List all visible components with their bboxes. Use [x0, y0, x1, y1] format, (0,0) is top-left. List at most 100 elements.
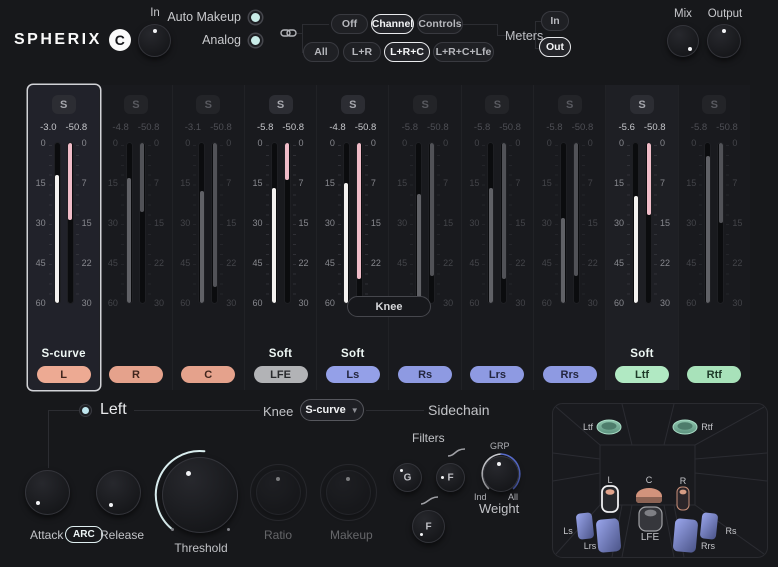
solo-button[interactable]: S	[413, 95, 437, 114]
channel-strip[interactable]: S -3.0 -50.8 015304560 07152230 S-curve …	[28, 85, 100, 390]
weight-label: Weight	[479, 501, 519, 516]
channel-name-pill[interactable]: Rs	[398, 366, 452, 383]
input-meter-scale: 015304560	[32, 143, 46, 303]
ratio-knob[interactable]	[256, 470, 301, 515]
detect-controls-button[interactable]: Controls	[417, 14, 463, 34]
solo-button[interactable]: S	[269, 95, 293, 114]
mix-knob[interactable]	[667, 25, 699, 57]
gr-meter-scale: 07152230	[660, 143, 674, 303]
gr-meter-scale: 07152230	[515, 143, 529, 303]
ratio-label: Ratio	[264, 528, 292, 542]
channel-strip[interactable]: S -3.1 -50.8 015304560 07152230 C	[173, 85, 245, 390]
gain-reduction-bar	[719, 143, 723, 223]
solo-button[interactable]: S	[341, 95, 365, 114]
input-meter-ticks	[266, 145, 269, 301]
speaker-rrs[interactable]	[673, 518, 699, 553]
filters-label: Filters	[412, 431, 445, 445]
threshold-knob[interactable]	[162, 457, 238, 533]
speaker-ls[interactable]	[576, 512, 595, 540]
analog-toggle[interactable]	[249, 34, 262, 47]
release-label: Release	[100, 528, 144, 542]
speaker-r[interactable]	[677, 487, 689, 510]
link-lrc-button[interactable]: L+R+C	[384, 42, 430, 62]
meter-readouts: -5.8 -50.8	[534, 122, 605, 133]
speaker-l-selected[interactable]	[602, 486, 618, 512]
makeup-label: Makeup	[330, 528, 373, 542]
input-meter	[127, 143, 132, 303]
arc-button[interactable]: ARC	[65, 526, 103, 543]
gr-meter-ticks	[220, 145, 223, 301]
solo-button[interactable]: S	[52, 95, 76, 114]
sidechain-gain-knob[interactable]: G	[393, 463, 422, 492]
solo-button[interactable]: S	[196, 95, 220, 114]
gr-meter-ticks	[726, 145, 729, 301]
output-knob[interactable]	[707, 24, 741, 58]
link-all-button[interactable]: All	[303, 42, 339, 62]
speaker-lrs[interactable]	[596, 518, 622, 553]
gr-meter-ticks	[437, 145, 440, 301]
auto-makeup-label: Auto Makeup	[167, 10, 241, 24]
input-meter	[55, 143, 60, 303]
channel-name-pill[interactable]: Rtf	[687, 366, 741, 383]
channel-strip[interactable]: S -5.8 -50.8 015304560 07152230 Rtf	[679, 85, 750, 390]
channel-name-pill[interactable]: Ltf	[615, 366, 669, 383]
channel-name-pill[interactable]: Ls	[326, 366, 380, 383]
knee-dropdown[interactable]: S-curve ▼	[300, 399, 364, 421]
gain-reduction-bar	[285, 143, 289, 180]
label-lrs: Lrs	[584, 541, 597, 551]
speaker-rtf[interactable]	[673, 420, 697, 434]
channel-name-pill[interactable]: L	[37, 366, 91, 383]
channel-name: Left	[100, 401, 127, 419]
meters-in-button[interactable]: In	[541, 11, 569, 31]
gain-reduction-readout: -50.8	[716, 122, 738, 133]
sidechain-freq2-knob[interactable]: F	[412, 510, 445, 543]
solo-button[interactable]: S	[558, 95, 582, 114]
gain-reduction-meter	[574, 143, 579, 303]
channel-name-pill[interactable]: Rrs	[543, 366, 597, 383]
label-c: C	[646, 475, 653, 485]
channel-strip[interactable]: S -4.8 -50.8 015304560 07152230 R	[100, 85, 172, 390]
input-meter-scale: 015304560	[249, 143, 263, 303]
link-lr-button[interactable]: L+R	[343, 42, 381, 62]
solo-button[interactable]: S	[630, 95, 654, 114]
link-icon[interactable]	[280, 27, 297, 39]
makeup-knob[interactable]	[326, 470, 371, 515]
input-meter	[272, 143, 277, 303]
strip-knee-label: Soft	[317, 348, 388, 360]
input-level-readout: -5.8	[474, 122, 490, 133]
gain-reduction-bar	[430, 143, 434, 276]
sidechain-freq-knob[interactable]: F	[436, 463, 465, 492]
channel-strips: S -3.0 -50.8 015304560 07152230 S-curve …	[28, 85, 750, 390]
input-meter-bar	[55, 175, 59, 303]
detect-channel-button[interactable]: Channel	[371, 14, 414, 34]
release-knob[interactable]	[96, 470, 141, 515]
channel-name-pill[interactable]: R	[109, 366, 163, 383]
gr-meter-ticks	[654, 145, 657, 301]
speaker-rs[interactable]	[700, 512, 719, 540]
meter-zone: 015304560 07152230	[465, 143, 529, 303]
detect-off-button[interactable]: Off	[331, 14, 368, 34]
meters-out-button[interactable]: Out	[539, 37, 571, 57]
channel-strip[interactable]: S -5.8 -50.8 015304560 07152230 Rs	[389, 85, 461, 390]
solo-button[interactable]: S	[124, 95, 148, 114]
channel-strip[interactable]: S -5.8 -50.8 015304560 07152230 Rrs	[534, 85, 606, 390]
gr-meter-scale: 07152230	[732, 143, 746, 303]
channel-strip[interactable]: S -5.8 -50.8 015304560 07152230 Soft LFE	[245, 85, 317, 390]
channel-strip[interactable]: S -5.6 -50.8 015304560 07152230 Soft Ltf	[606, 85, 678, 390]
channel-name-pill[interactable]: C	[181, 366, 235, 383]
speaker-ltf[interactable]	[597, 420, 621, 434]
channel-strip[interactable]: S -4.8 -50.8 015304560 07152230 Soft Ls	[317, 85, 389, 390]
auto-makeup-toggle[interactable]	[249, 11, 262, 24]
weight-knob[interactable]	[483, 456, 519, 492]
solo-button[interactable]: S	[485, 95, 509, 114]
channel-strip[interactable]: S -5.8 -50.8 015304560 07152230 Lrs	[462, 85, 534, 390]
gain-reduction-bar	[647, 143, 651, 215]
solo-button[interactable]: S	[702, 95, 726, 114]
meter-readouts: -5.8 -50.8	[389, 122, 460, 133]
auto-makeup-toggle-row: Auto Makeup	[110, 10, 262, 24]
attack-knob[interactable]	[25, 470, 70, 515]
speaker-lfe[interactable]	[639, 507, 662, 531]
channel-name-pill[interactable]: LFE	[254, 366, 308, 383]
channel-name-pill[interactable]: Lrs	[470, 366, 524, 383]
link-lrclfe-button[interactable]: L+R+C+Lfe	[433, 42, 494, 62]
